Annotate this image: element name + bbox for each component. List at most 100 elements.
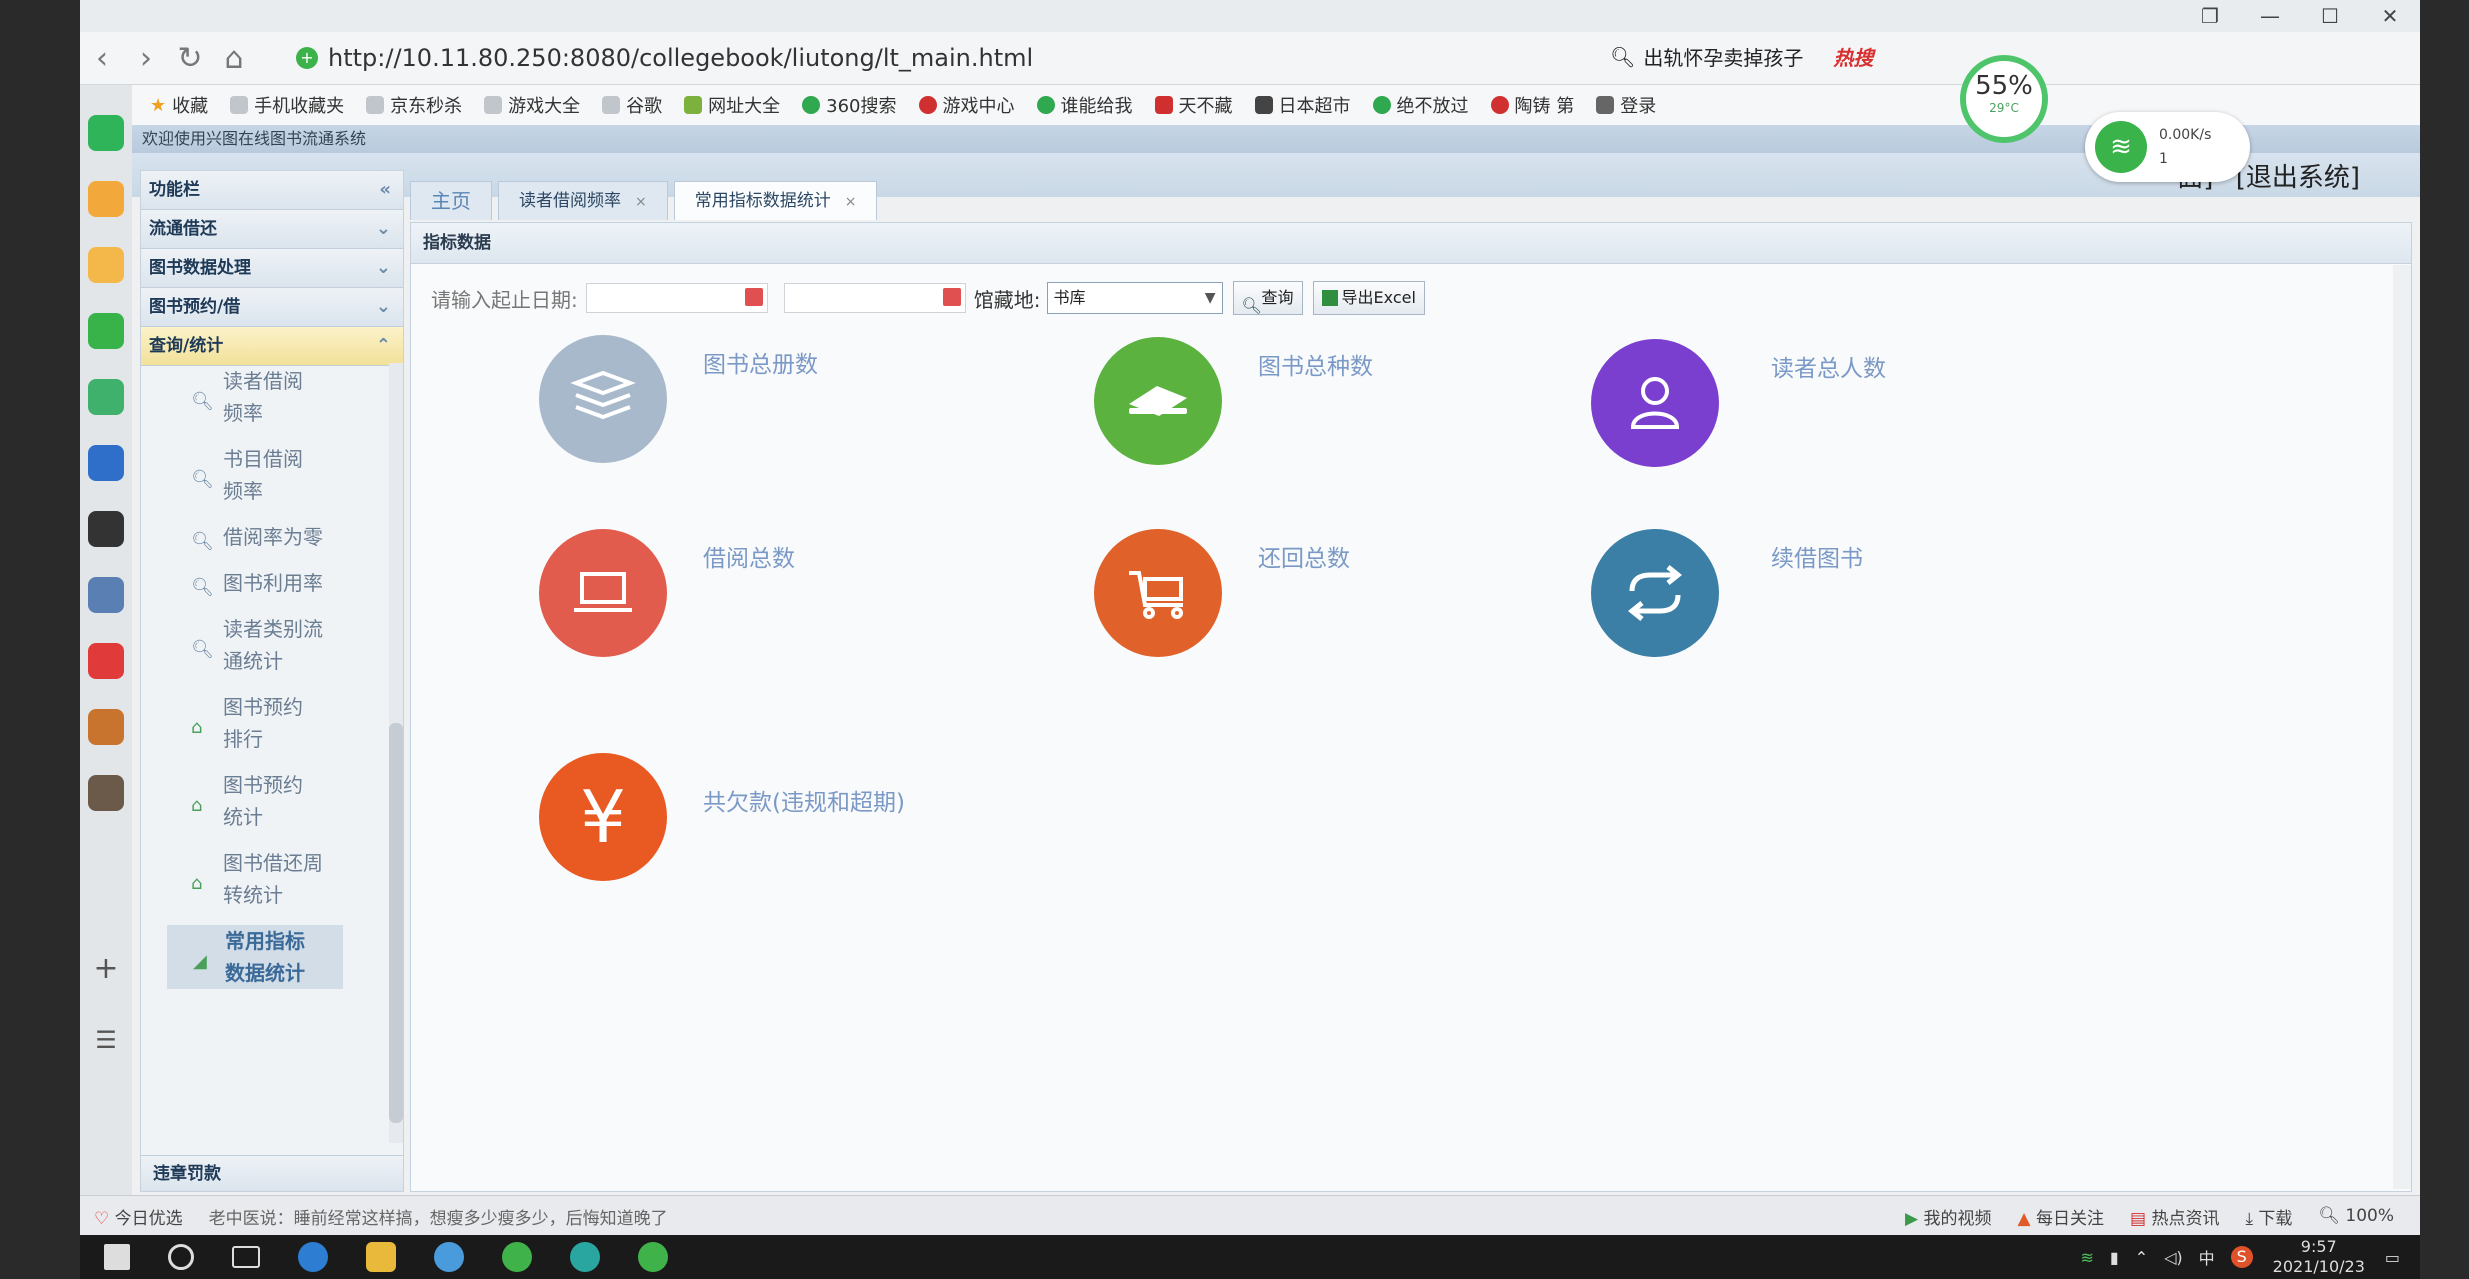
add-icon[interactable]: + (80, 951, 132, 986)
sidebar-section-fines[interactable]: 违章罚款 (141, 1155, 403, 1191)
bookmark-item[interactable]: 谁能给我 (1036, 92, 1133, 118)
notification-icon[interactable]: ▭ (2385, 1248, 2400, 1267)
bookmark-item[interactable]: 陶铸 第 (1490, 92, 1574, 118)
sidebar-section-reserve[interactable]: 图书预约/借 ⌄ (141, 288, 403, 327)
bookmark-item[interactable]: 登录 (1596, 92, 1656, 118)
sidebar-scrollbar[interactable] (389, 363, 403, 1143)
menu-icon[interactable]: ☰ (80, 1026, 132, 1054)
search-box[interactable]: 🔍︎ 出轨怀孕卖掉孩子 热搜 (1610, 42, 1873, 71)
tab-home[interactable]: 主页 (410, 181, 492, 220)
clock[interactable]: 9:57 2021/10/23 (2273, 1237, 2365, 1277)
bookmark-item[interactable]: 京东秒杀 (366, 92, 462, 118)
star-app-icon[interactable] (88, 181, 124, 217)
export-excel-button[interactable]: 导出Excel (1312, 281, 1425, 315)
sidebar-item-category-stats[interactable]: 🔍︎ 读者类别流通统计 (141, 613, 381, 677)
search-icon[interactable] (168, 1244, 194, 1270)
network-widget[interactable]: ≋ 0.00K/s 1 (2085, 112, 2250, 182)
indicator-panel: 指标数据 请输入起止日期: 馆藏地: 书库 ▼ 🔍︎ 查询 导出Excel 图书总册… (410, 222, 2412, 1192)
doc-app-icon[interactable] (88, 577, 124, 613)
mail-app-icon[interactable] (88, 313, 124, 349)
battery-icon[interactable]: ▮ (2110, 1248, 2119, 1267)
sidebar-item-utilization[interactable]: 🔍︎ 图书利用率 (141, 567, 381, 599)
ime-indicator[interactable]: 中 (2199, 1245, 2215, 1269)
zoom-level[interactable]: 🔍︎ 100% (2318, 1206, 2394, 1226)
sidebar-item-reserve-stats[interactable]: ⌂ 图书预约统计 (141, 769, 381, 833)
wifi-tray-icon[interactable]: ≋ (2080, 1248, 2093, 1267)
plus-app-icon[interactable] (88, 115, 124, 151)
panel-title: 指标数据 (411, 223, 2411, 264)
start-date-input[interactable] (585, 283, 768, 313)
bookmark-item[interactable]: 天不藏 (1154, 92, 1233, 118)
sidebar-item-zero-rate[interactable]: 🔍︎ 借阅率为零 (141, 521, 381, 553)
scrollbar-thumb[interactable] (389, 723, 403, 1123)
bookmark-item[interactable]: 游戏中心 (918, 92, 1015, 118)
close-icon[interactable]: × (845, 194, 857, 210)
windows-start-icon[interactable] (104, 1244, 130, 1270)
today-picks[interactable]: ♡ 今日优选 (94, 1204, 183, 1229)
collapse-icon[interactable]: « (379, 171, 391, 209)
query-button[interactable]: 🔍︎ 查询 (1232, 281, 1303, 315)
sidebar-section-query[interactable]: 查询/统计 ⌃ (141, 327, 403, 366)
wechat-icon[interactable] (638, 1242, 668, 1272)
daily-follow-link[interactable]: ▲ 每日关注 (2018, 1204, 2104, 1229)
browser-360-icon[interactable] (502, 1242, 532, 1272)
tab-common-indicators[interactable]: 常用指标数据统计 × (673, 181, 878, 220)
end-date-input[interactable] (783, 283, 966, 313)
ip-app-icon[interactable] (88, 445, 124, 481)
sidebar-item-common-indicators[interactable]: ◢ 常用指标数据统计 (167, 925, 343, 989)
task-view-icon[interactable] (232, 1246, 260, 1268)
bookmark-item[interactable]: 360搜索 (802, 92, 897, 118)
news-ticker[interactable]: 老中医说：睡前经常这样搞，想瘦多少瘦多少，后悔知道晚了 (209, 1204, 668, 1229)
sidebar-item-turnover-stats[interactable]: ⌂ 图书借还周转统计 (141, 847, 381, 911)
tab-reader-frequency[interactable]: 读者借阅频率 × (498, 181, 668, 220)
game-app-icon[interactable] (88, 709, 124, 745)
back-icon[interactable]: ‹ (80, 36, 124, 80)
bookmark-item[interactable]: 手机收藏夹 (230, 92, 344, 118)
minimize-icon[interactable]: — (2240, 4, 2300, 28)
url-field[interactable]: + http://10.11.80.250:8080/collegebook/l… (296, 38, 1396, 78)
news-app-icon[interactable] (88, 511, 124, 547)
hot-news-link[interactable]: ▤ 热点资讯 (2130, 1204, 2219, 1229)
logout-link[interactable]: [退出系统] (2236, 163, 2360, 193)
bookmark-item[interactable]: 网址大全 (684, 92, 780, 118)
bookmark-item[interactable]: 绝不放过 (1372, 92, 1469, 118)
bookmark-item[interactable]: 日本超市 (1254, 92, 1351, 118)
my-video-link[interactable]: ▶ 我的视频 (1905, 1204, 1991, 1229)
magnifier-icon: 🔍︎ (191, 391, 214, 412)
bookmark-item[interactable]: ★ 收藏 (150, 92, 208, 118)
download-link[interactable]: ⤓ 下载 (2245, 1204, 2292, 1229)
bookmark-item[interactable]: 游戏大全 (484, 92, 580, 118)
sidebar-section-data[interactable]: 图书数据处理 ⌄ (141, 249, 403, 288)
weibo-app-icon[interactable] (88, 247, 124, 283)
volume-icon[interactable]: ◁) (2164, 1248, 2183, 1267)
close-icon[interactable]: × (635, 194, 647, 210)
maximize-icon[interactable]: ☐ (2300, 4, 2360, 28)
close-icon[interactable]: ✕ (2360, 4, 2420, 28)
edge-icon[interactable] (298, 1242, 328, 1272)
sogou-icon[interactable]: S (2230, 1246, 2253, 1268)
calendar-icon[interactable] (942, 288, 961, 306)
explorer-icon[interactable] (366, 1242, 396, 1272)
sidebar-item-reader-frequency[interactable]: 🔍︎ 读者借阅频率 (141, 365, 381, 429)
bookmark-item[interactable]: 谷歌 (602, 92, 662, 118)
avatar-app-icon[interactable] (88, 775, 124, 811)
refresh-icon[interactable]: ↻ (168, 36, 212, 80)
link-app-icon[interactable] (88, 379, 124, 415)
sidebar-item-reserve-rank[interactable]: ⌂ 图书预约排行 (141, 691, 381, 755)
stat-total-returns: 还回总数 (1094, 529, 1350, 657)
forward-icon[interactable]: › (124, 36, 168, 80)
panel-scrollbar[interactable] (2393, 265, 2411, 1189)
sidebar-section-circulation[interactable]: 流通借还 ⌄ (141, 210, 403, 249)
restore-icon[interactable]: ❐ (2180, 4, 2240, 28)
app-ring-icon[interactable] (570, 1242, 600, 1272)
home-icon[interactable]: ⌂ (212, 36, 256, 80)
browser-app-icon[interactable] (434, 1242, 464, 1272)
system-tray: ≋ ▮ ⌃ ◁) 中 S 9:57 2021/10/23 ▭ (2080, 1235, 2400, 1279)
sidebar-item-title-frequency[interactable]: 🔍︎ 书目借阅频率 (141, 443, 381, 507)
shop-app-icon[interactable] (88, 643, 124, 679)
chevron-up-icon[interactable]: ⌃ (2135, 1248, 2148, 1267)
location-select[interactable]: 书库 ▼ (1046, 282, 1223, 314)
window-controls: ❐ — ☐ ✕ (2180, 0, 2420, 32)
calendar-icon[interactable] (744, 288, 763, 306)
memory-gauge[interactable]: 55% 29°C (1960, 55, 2048, 143)
